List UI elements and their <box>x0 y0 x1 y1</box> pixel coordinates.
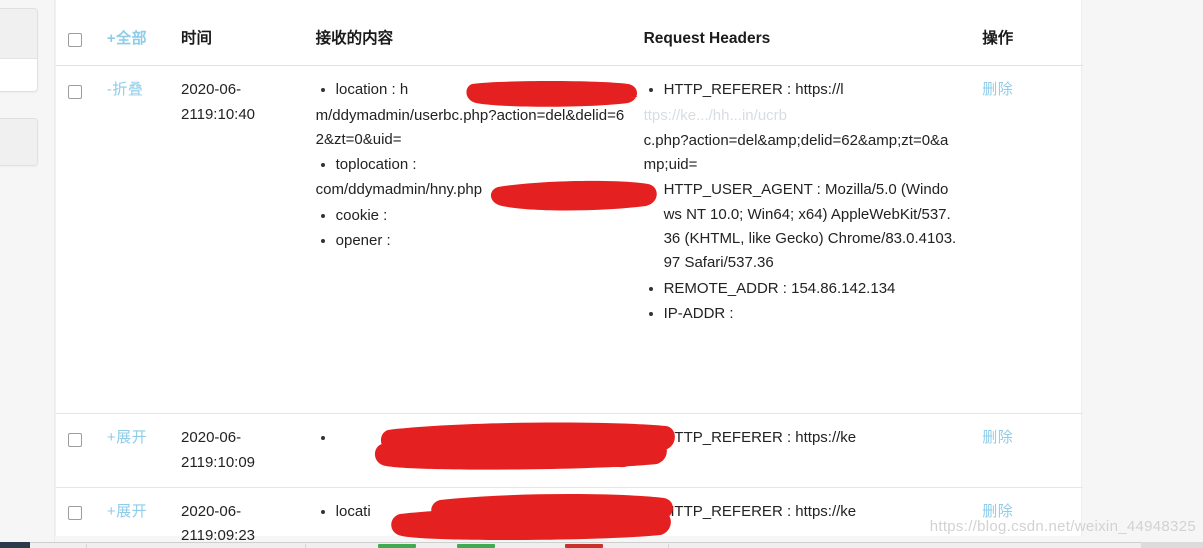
row-action-cell: 删除 <box>964 65 1083 415</box>
request-headers-list: HTTP_REFERER : https://l ttps://ke.../hh.… <box>644 78 957 326</box>
row-received-cell <box>315 413 634 488</box>
row-received-cell: location : h m/ddymadmin/userbc.php?actio… <box>315 65 634 415</box>
os-strip-left-dark <box>0 542 30 548</box>
table-panel: 全部 中选 3 条 中间我看的内容 +全部 时间 接收的内容 Reque <box>55 0 1083 548</box>
request-headers-list: HTTP_REFERER : https://ke <box>644 426 957 450</box>
select-all-checkbox[interactable] <box>68 33 82 48</box>
row-toggle-cell: +展开 <box>106 413 182 488</box>
toggle-all-link[interactable]: +全部 <box>107 30 147 47</box>
received-list-item: toplocation : <box>336 153 626 177</box>
row-toggle-link[interactable]: +展开 <box>107 429 147 446</box>
row-time-clock: 19:10:40 <box>196 105 256 123</box>
received-records-table: +全部 时间 接收的内容 Request Headers 操作 -折叠 2020-… <box>56 0 1083 548</box>
table-header-row: +全部 时间 接收的内容 Request Headers 操作 <box>56 0 1083 67</box>
row-select-cell <box>56 413 107 488</box>
row-select-cell <box>56 65 107 415</box>
request-header-obscured-line: ttps://ke.../hh...in/ucrb <box>643 106 787 124</box>
row-toggle-link[interactable]: +展开 <box>107 503 147 520</box>
row-request-headers-cell: HTTP_REFERER : https://ke <box>633 413 965 488</box>
row-received-cell: locati <box>315 487 634 548</box>
request-header-item: HTTP_REFERER : https://l <box>664 78 957 102</box>
row-toggle-link[interactable]: -折叠 <box>107 81 144 98</box>
received-list-item: locati <box>336 500 626 524</box>
header-received-content: 接收的内容 <box>315 0 634 67</box>
watermark: https://blog.csdn.net/weixin_44948325 <box>929 518 1196 535</box>
request-header-item: IP-ADDR : <box>664 302 957 326</box>
left-edge-panel-1 <box>0 8 38 92</box>
request-header-item: REMOTE_ADDR : 154.86.142.134 <box>664 277 957 301</box>
os-tab-indicator-green-1 <box>378 544 416 548</box>
os-strip-divider <box>305 544 306 548</box>
screenshot-root: 全部 中选 3 条 中间我看的内容 +全部 时间 接收的内容 Reque <box>0 0 1203 548</box>
received-list: location : h m/ddymadmin/userbc.php?actio… <box>316 78 626 253</box>
request-header-item: HTTP_USER_AGENT : Mozilla/5.0 (Windows N… <box>664 178 957 275</box>
row-time-cell: 2020-06-2119:09:23 <box>181 487 316 548</box>
received-list-item: cookie : <box>336 204 626 228</box>
received-list <box>316 426 626 450</box>
header-toggle-all-cell: +全部 <box>106 0 182 67</box>
os-strip-divider <box>668 544 669 548</box>
received-list-item <box>336 426 626 450</box>
delete-link[interactable]: 删除 <box>982 81 1013 98</box>
table-row: +展开 2020-06-2119:10:09 HTTP_REFERER : http… <box>56 413 1083 488</box>
left-edge-panel-1-header <box>0 9 37 59</box>
row-request-headers-cell: HTTP_REFERER : https://ke <box>633 487 965 548</box>
header-action: 操作 <box>964 0 1083 67</box>
row-toggle-cell: +展开 <box>106 487 182 548</box>
row-request-headers-cell: HTTP_REFERER : https://l ttps://ke.../hh.… <box>633 65 965 415</box>
received-list-item: opener : <box>336 229 626 253</box>
os-tab-indicator-green-2 <box>457 544 495 548</box>
row-checkbox[interactable] <box>68 432 82 447</box>
left-edge-panel-2 <box>0 118 38 166</box>
os-strip-divider <box>86 544 87 548</box>
header-select-all-cell <box>56 0 107 67</box>
left-edge-panel-2-header <box>0 119 37 165</box>
request-header-item: HTTP_REFERER : https://ke <box>664 426 957 450</box>
row-toggle-cell: -折叠 <box>106 65 182 415</box>
request-headers-list: HTTP_REFERER : https://ke <box>644 500 957 524</box>
os-strip-right <box>1141 542 1203 548</box>
header-time: 时间 <box>181 0 316 67</box>
row-select-cell <box>56 487 107 548</box>
request-header-item: HTTP_REFERER : https://ke <box>664 500 957 524</box>
row-time-cell: 2020-06-2119:10:40 <box>181 65 316 415</box>
delete-link[interactable]: 删除 <box>982 429 1013 446</box>
received-list: locati <box>316 500 626 524</box>
request-header-item-continued: c.php?action=del&amp;delid=62&amp;zt=0&a… <box>643 131 949 174</box>
row-checkbox[interactable] <box>68 506 82 521</box>
row-action-cell: 删除 <box>964 413 1083 488</box>
received-list-item-continued: m/ddymadmin/userbc.php?action=del&delid=… <box>315 106 625 148</box>
os-tab-indicator-red <box>565 544 603 548</box>
received-list-item: location : h <box>336 78 626 102</box>
header-request-headers: Request Headers <box>633 0 965 67</box>
table-body: -折叠 2020-06-2119:10:40 location : h m/ddyma… <box>56 65 1083 548</box>
row-time-clock: 19:10:09 <box>196 453 256 471</box>
table-head: +全部 时间 接收的内容 Request Headers 操作 <box>56 0 1083 67</box>
received-list-item-continued: com/ddymadmin/hny.php <box>315 181 483 199</box>
row-checkbox[interactable] <box>68 84 82 99</box>
row-time-cell: 2020-06-2119:10:09 <box>181 413 316 488</box>
bottom-os-strip <box>0 542 1203 548</box>
table-row: -折叠 2020-06-2119:10:40 location : h m/ddyma… <box>56 65 1083 415</box>
